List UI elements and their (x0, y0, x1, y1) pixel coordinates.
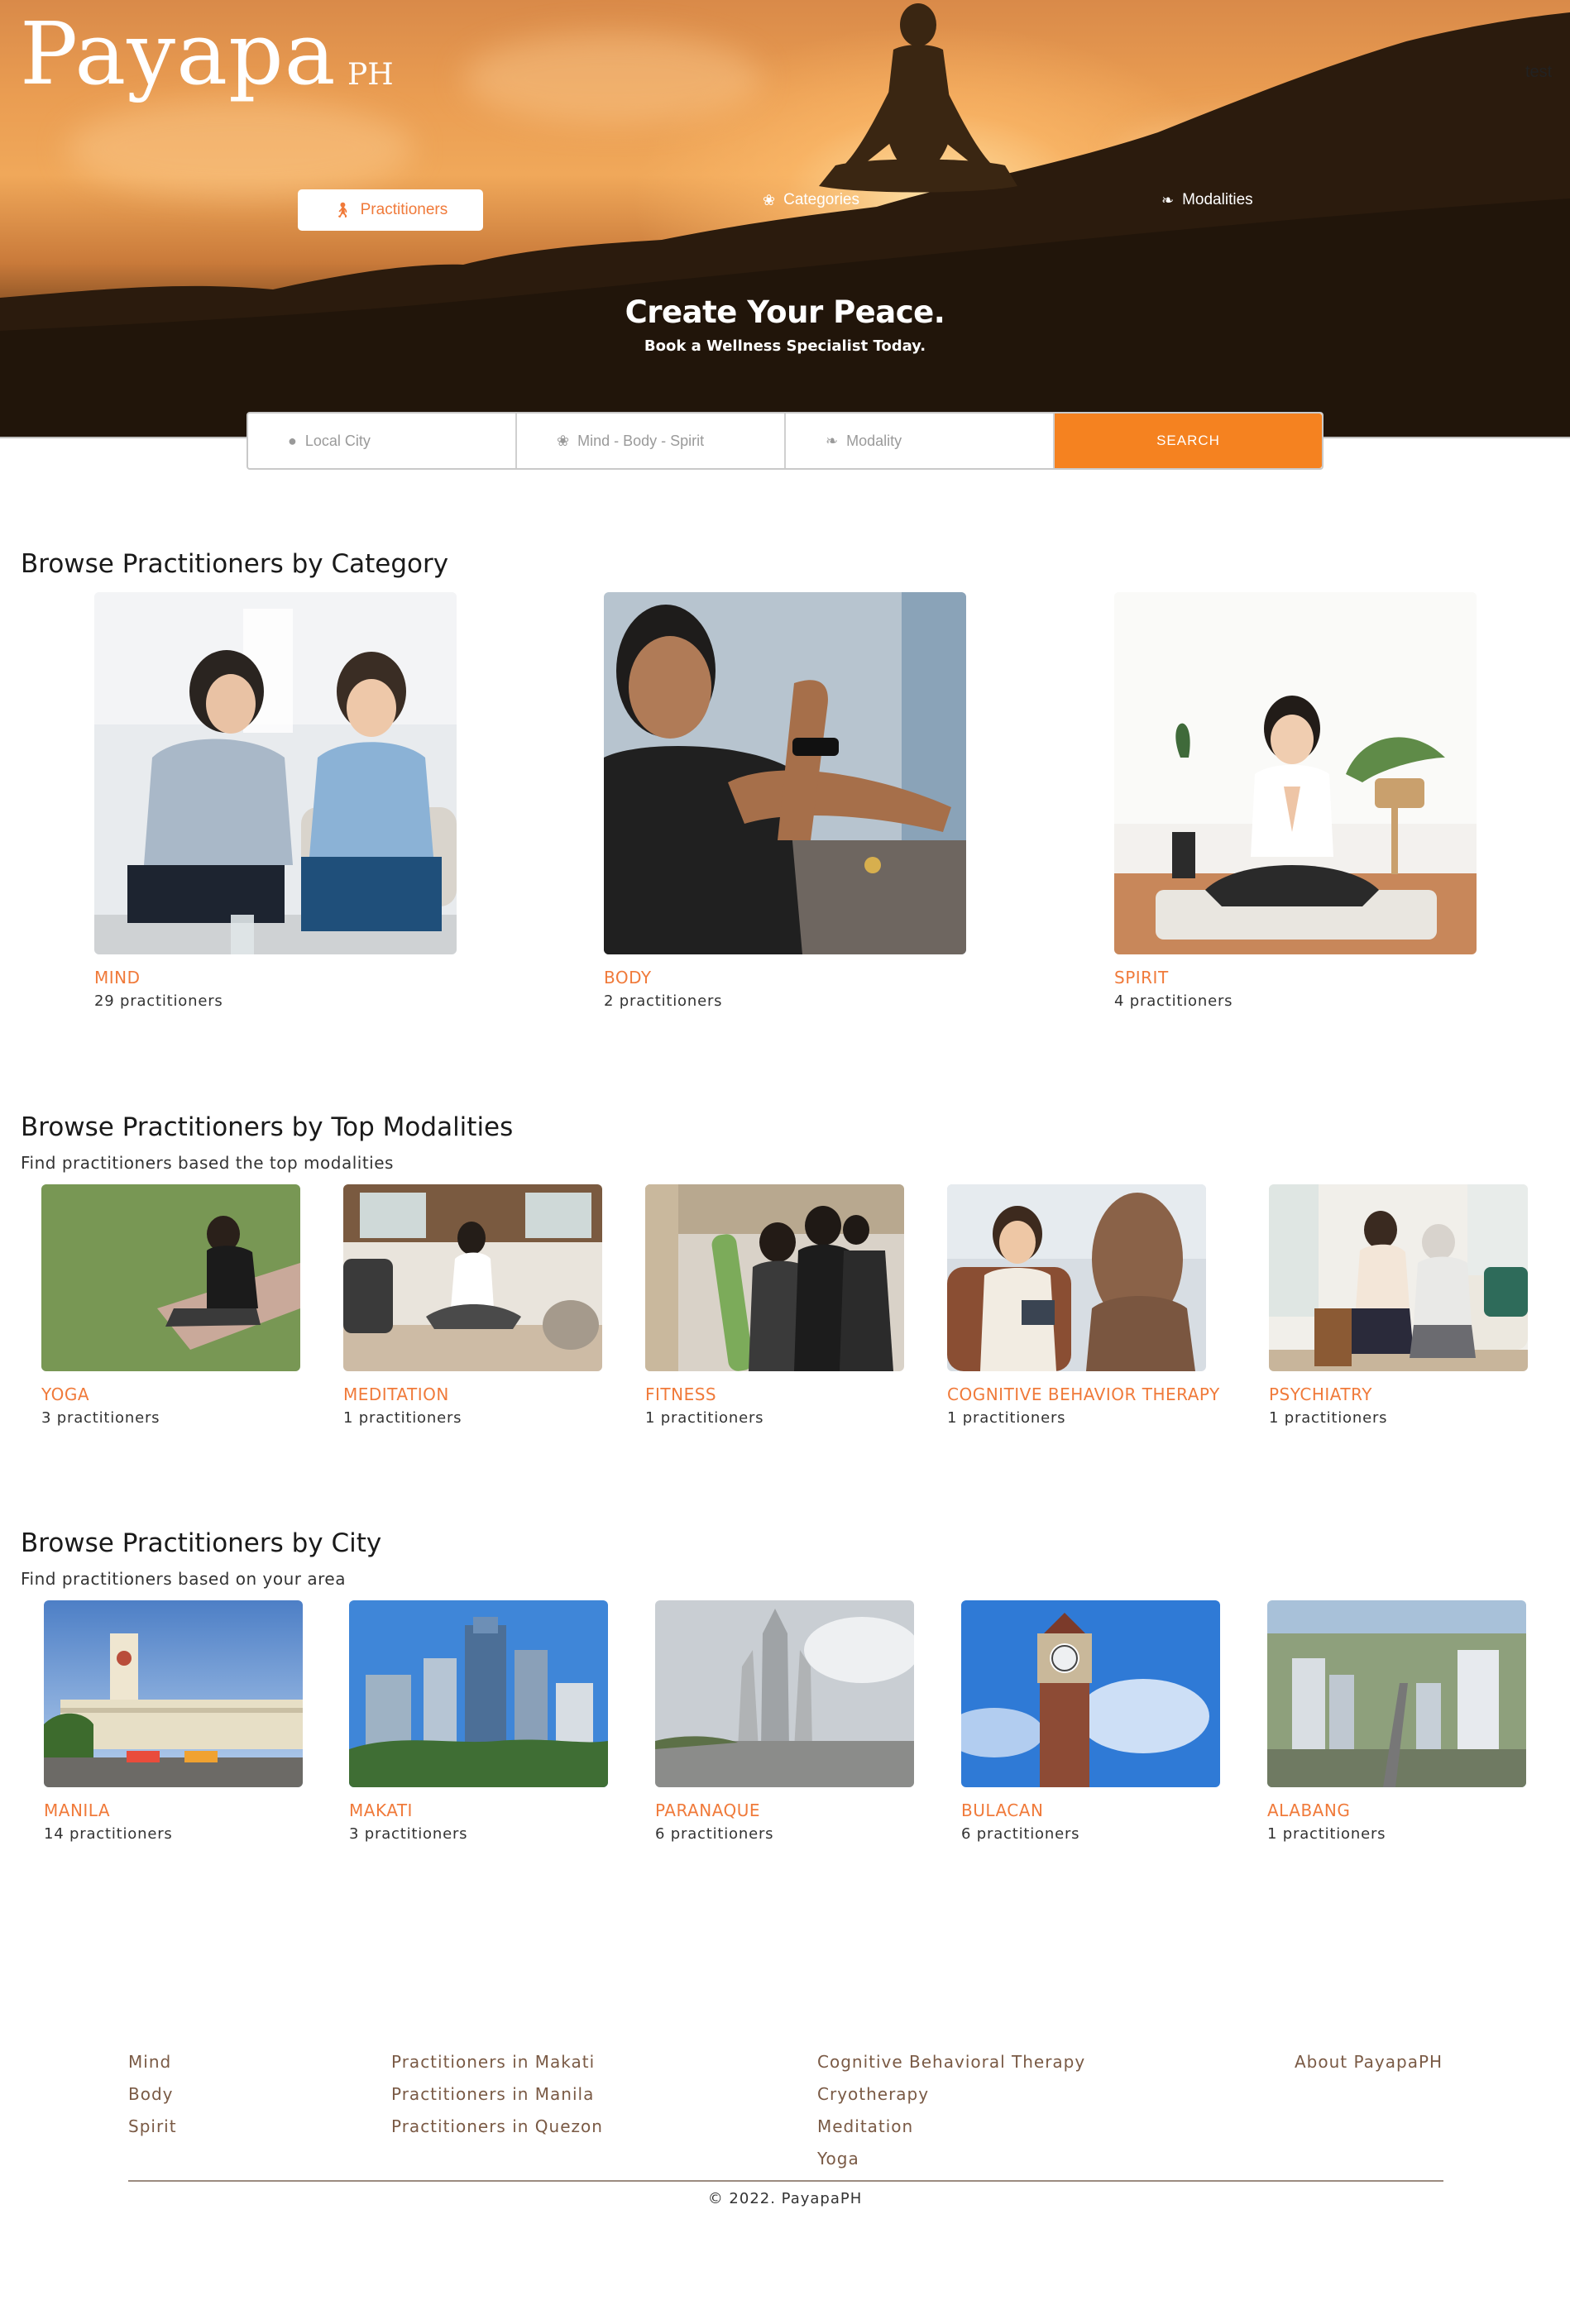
modalities-section-subtitle: Find practitioners based the top modalit… (21, 1153, 394, 1173)
city-count: 3 practitioners (349, 1825, 468, 1843)
footer-link-spirit[interactable]: Spirit (128, 2111, 177, 2143)
leaf-icon: ❧ (1161, 191, 1175, 208)
footer-link-meditation[interactable]: Meditation (817, 2111, 1085, 2143)
category-select[interactable]: ❀ Mind - Body - Spirit (517, 414, 786, 468)
modality-label[interactable]: YOGA (41, 1384, 300, 1404)
corner-text: test (1525, 63, 1553, 81)
category-card-spirit[interactable]: SPIRIT 4 practitioners (1114, 592, 1477, 1010)
city-select[interactable]: ● Local City (248, 414, 517, 468)
spirit-photo (1114, 592, 1477, 954)
city-label[interactable]: PARANAQUE (655, 1800, 914, 1820)
city-label[interactable]: MANILA (44, 1800, 303, 1820)
city-label[interactable]: ALABANG (1267, 1800, 1526, 1820)
psychiatry-photo (1269, 1184, 1528, 1371)
tab-categories-label: Categories (783, 191, 859, 208)
category-section-title: Browse Practitioners by Category (21, 549, 449, 579)
category-label[interactable]: MIND (94, 968, 457, 987)
city-label[interactable]: MAKATI (349, 1800, 608, 1820)
city-card-bulacan[interactable]: BULACAN 6 practitioners (961, 1600, 1220, 1843)
category-count: 29 practitioners (94, 992, 223, 1010)
modality-card-cbt[interactable]: COGNITIVE BEHAVIOR THERAPY 1 practitione… (947, 1184, 1220, 1427)
footer-link-body[interactable]: Body (128, 2078, 177, 2111)
modality-card-yoga[interactable]: YOGA 3 practitioners (41, 1184, 300, 1427)
logo[interactable]: Payapa (20, 3, 337, 104)
meditation-photo (343, 1184, 602, 1371)
category-card-body[interactable]: BODY 2 practitioners (604, 592, 966, 1010)
yoga-photo (41, 1184, 300, 1371)
category-label[interactable]: BODY (604, 968, 966, 987)
footer-about: About PayapaPH (1295, 2046, 1443, 2078)
tab-practitioners[interactable]: 🚶︎ Practitioners (298, 189, 483, 231)
city-card-paranaque[interactable]: PARANAQUE 6 practitioners (655, 1600, 914, 1843)
modalities-section-title: Browse Practitioners by Top Modalities (21, 1112, 514, 1142)
footer-link-makati[interactable]: Practitioners in Makati (391, 2046, 603, 2078)
leaf-icon: ❧ (826, 432, 839, 449)
footer-link-yoga[interactable]: Yoga (817, 2143, 1085, 2175)
footer-modalities: Cognitive Behavioral Therapy Cryotherapy… (817, 2046, 1085, 2175)
body-photo (604, 592, 966, 954)
hero-subtitle: Book a Wellness Specialist Today. (644, 337, 926, 355)
fitness-photo (645, 1184, 904, 1371)
tab-categories[interactable]: ❀ Categories (763, 189, 859, 211)
hero-title: Create Your Peace. (625, 294, 945, 330)
modality-count: 1 practitioners (343, 1409, 462, 1427)
city-card-makati[interactable]: MAKATI 3 practitioners (349, 1600, 608, 1843)
tab-modalities[interactable]: ❧ Modalities (1161, 189, 1253, 211)
paranaque-photo (655, 1600, 914, 1787)
mind-photo (94, 592, 457, 954)
search-bar: ● Local City ❀ Mind - Body - Spirit ❧ Mo… (247, 412, 1323, 470)
copyright: © 2022. PayapaPH (707, 2190, 863, 2207)
cities-section-subtitle: Find practitioners based on your area (21, 1569, 346, 1589)
city-label[interactable]: BULACAN (961, 1800, 1220, 1820)
cbt-photo (947, 1184, 1206, 1371)
category-placeholder: Mind - Body - Spirit (577, 432, 705, 449)
footer-link-quezon[interactable]: Practitioners in Quezon (391, 2111, 603, 2143)
modality-count: 1 practitioners (947, 1409, 1066, 1427)
category-count: 2 practitioners (604, 992, 723, 1010)
city-card-manila[interactable]: MANILA 14 practitioners (44, 1600, 303, 1843)
modality-card-meditation[interactable]: MEDITATION 1 practitioners (343, 1184, 602, 1427)
modality-placeholder: Modality (846, 432, 902, 449)
footer-categories: Mind Body Spirit (128, 2046, 177, 2143)
city-count: 1 practitioners (1267, 1825, 1386, 1843)
modality-card-psychiatry[interactable]: PSYCHIATRY 1 practitioners (1269, 1184, 1528, 1427)
tab-modalities-label: Modalities (1182, 191, 1253, 208)
modality-label[interactable]: PSYCHIATRY (1269, 1384, 1528, 1404)
modality-count: 3 practitioners (41, 1409, 160, 1427)
city-count: 6 practitioners (961, 1825, 1080, 1843)
location-pin-icon: ● (288, 432, 297, 449)
alabang-photo (1267, 1600, 1526, 1787)
lotus-icon: ❀ (763, 191, 776, 208)
category-count: 4 practitioners (1114, 992, 1233, 1010)
bulacan-photo (961, 1600, 1220, 1787)
tab-practitioners-label: Practitioners (360, 201, 448, 218)
footer-link-mind[interactable]: Mind (128, 2046, 177, 2078)
manila-photo (44, 1600, 303, 1787)
category-card-mind[interactable]: MIND 29 practitioners (94, 592, 457, 1010)
city-count: 14 practitioners (44, 1825, 173, 1843)
logo-suffix[interactable]: PH (347, 58, 394, 92)
modality-label[interactable]: MEDITATION (343, 1384, 602, 1404)
lotus-icon: ❀ (557, 432, 570, 449)
footer-link-manila[interactable]: Practitioners in Manila (391, 2078, 603, 2111)
makati-photo (349, 1600, 608, 1787)
modality-card-fitness[interactable]: FITNESS 1 practitioners (645, 1184, 904, 1427)
city-placeholder: Local City (304, 432, 371, 449)
city-count: 6 practitioners (655, 1825, 774, 1843)
modality-label[interactable]: COGNITIVE BEHAVIOR THERAPY (947, 1384, 1220, 1404)
footer-link-cryotherapy[interactable]: Cryotherapy (817, 2078, 1085, 2111)
modality-count: 1 practitioners (645, 1409, 764, 1427)
modality-label[interactable]: FITNESS (645, 1384, 904, 1404)
modality-select[interactable]: ❧ Modality (786, 414, 1055, 468)
person-icon: 🚶︎ (333, 201, 352, 218)
cities-section-title: Browse Practitioners by City (21, 1528, 382, 1558)
footer-link-about[interactable]: About PayapaPH (1295, 2046, 1443, 2078)
footer-link-cbt[interactable]: Cognitive Behavioral Therapy (817, 2046, 1085, 2078)
footer-cities: Practitioners in Makati Practitioners in… (391, 2046, 603, 2143)
city-card-alabang[interactable]: ALABANG 1 practitioners (1267, 1600, 1526, 1843)
category-label[interactable]: SPIRIT (1114, 968, 1477, 987)
footer-divider (128, 2180, 1443, 2182)
search-button[interactable]: SEARCH (1055, 414, 1322, 468)
modality-count: 1 practitioners (1269, 1409, 1388, 1427)
